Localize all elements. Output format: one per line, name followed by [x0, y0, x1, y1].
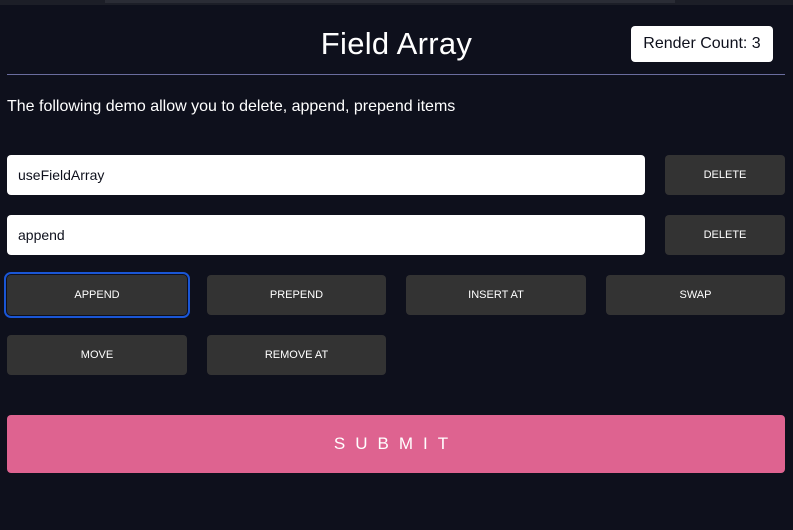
- field-array-input-1[interactable]: [7, 215, 645, 255]
- browser-top-strip-inner: [105, 0, 675, 3]
- delete-button-1[interactable]: DELETE: [665, 215, 785, 255]
- swap-button[interactable]: SWAP: [606, 275, 785, 315]
- move-button[interactable]: MOVE: [7, 335, 187, 375]
- field-array-input-0[interactable]: [7, 155, 645, 195]
- submit-button[interactable]: SUBMIT: [7, 415, 785, 473]
- delete-button-0[interactable]: DELETE: [665, 155, 785, 195]
- description-text: The following demo allow you to delete, …: [7, 98, 456, 115]
- append-button[interactable]: APPEND: [4, 272, 190, 318]
- browser-top-strip: [0, 0, 793, 5]
- render-count-badge: Render Count: 3: [631, 26, 773, 62]
- prepend-button[interactable]: PREPEND: [207, 275, 386, 315]
- insert-at-button[interactable]: INSERT AT: [406, 275, 586, 315]
- remove-at-button[interactable]: REMOVE AT: [207, 335, 386, 375]
- header-divider: [7, 74, 785, 75]
